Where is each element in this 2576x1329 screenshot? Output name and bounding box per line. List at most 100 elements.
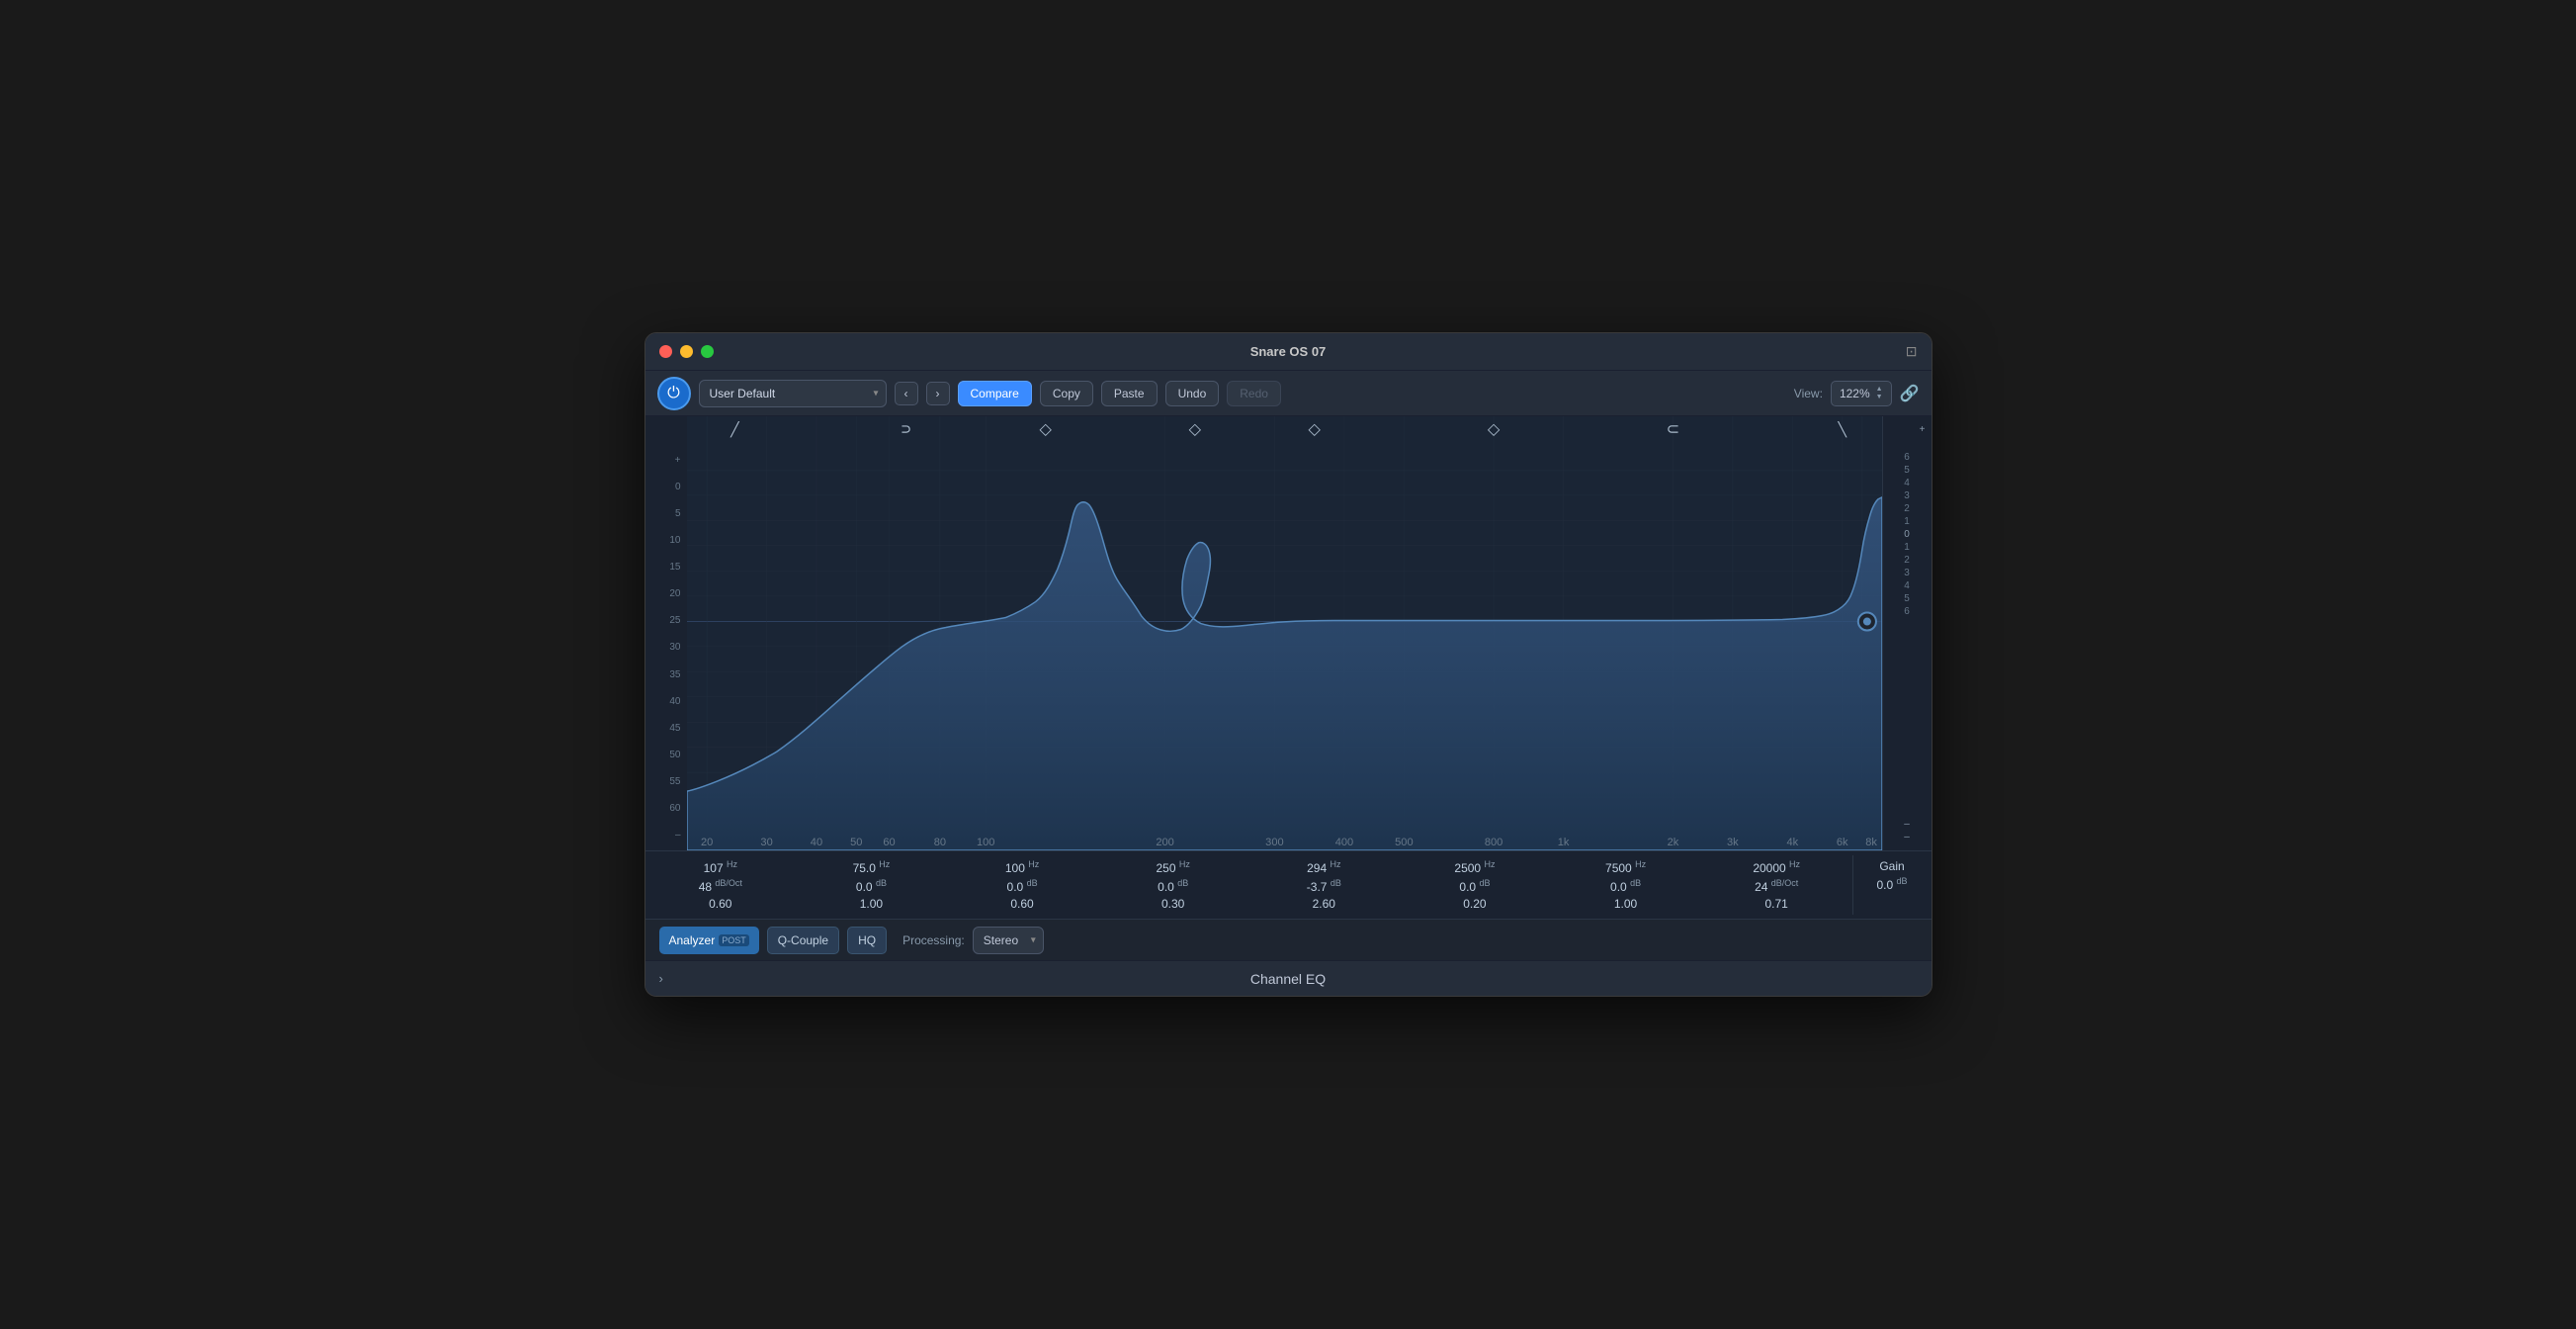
axis-50: 50 — [645, 751, 687, 760]
gain-info-col: Gain 0.0 dB — [1852, 855, 1932, 915]
band-5-q: 2.60 — [1313, 897, 1335, 911]
eq-left-axis: + 0 5 10 15 20 25 30 35 40 45 50 55 60 – — [645, 416, 687, 850]
qcouple-button[interactable]: Q-Couple — [767, 927, 839, 954]
band-2-freq: 75.0 Hz — [853, 859, 891, 875]
preset-dropdown-wrapper: User Default ▾ — [699, 380, 887, 407]
bottom-controls: Analyzer POST Q-Couple HQ Processing: St… — [645, 919, 1932, 960]
footer-bar: › Channel EQ — [645, 960, 1932, 996]
view-stepper[interactable]: ▲ ▼ — [1876, 386, 1883, 400]
right-axis-5: 5 — [1904, 465, 1910, 476]
axis-55: 55 — [645, 777, 687, 787]
svg-text:100: 100 — [977, 837, 994, 848]
svg-text:50: 50 — [850, 837, 862, 848]
copy-button[interactable]: Copy — [1040, 381, 1093, 406]
gain-label: Gain — [1879, 859, 1904, 873]
svg-text:◇: ◇ — [1188, 420, 1201, 438]
svg-text:500: 500 — [1395, 837, 1413, 848]
window-tile-icon[interactable]: ⊡ — [1906, 343, 1918, 359]
axis-45: 45 — [645, 724, 687, 734]
view-label: View: — [1794, 387, 1823, 400]
svg-text:20: 20 — [700, 837, 712, 848]
eq-svg: 20 30 40 50 60 80 100 200 300 400 500 80… — [687, 416, 1882, 850]
band-4-info: 250 Hz 0.0 dB 0.30 — [1097, 855, 1248, 915]
svg-text:30: 30 — [760, 837, 772, 848]
processing-dropdown[interactable]: Stereo Left Right Mid Side — [973, 927, 1044, 954]
power-button[interactable]: ⏻ — [657, 377, 691, 410]
right-axis-1-bot: 1 — [1904, 542, 1910, 553]
view-step-down-icon[interactable]: ▼ — [1876, 394, 1883, 400]
svg-text:6k: 6k — [1836, 837, 1847, 848]
right-axis-6-bot: 6 — [1904, 606, 1910, 617]
gain-minus-sign: – — [1904, 832, 1910, 842]
paste-button[interactable]: Paste — [1101, 381, 1158, 406]
minimize-button[interactable] — [680, 345, 693, 358]
main-window: Snare OS 07 ⊡ ⏻ User Default ▾ ‹ › Compa… — [644, 332, 1932, 997]
power-icon: ⏻ — [667, 385, 680, 402]
svg-text:80: 80 — [933, 837, 945, 848]
band-6-q: 0.20 — [1463, 897, 1486, 911]
svg-text:◇: ◇ — [1308, 420, 1321, 438]
gain-minus-btn[interactable]: – — [1904, 819, 1910, 830]
eq-main[interactable]: 20 30 40 50 60 80 100 200 300 400 500 80… — [687, 416, 1882, 850]
right-axis-4: 4 — [1904, 478, 1910, 488]
band-4-q: 0.30 — [1161, 897, 1184, 911]
hq-button[interactable]: HQ — [847, 927, 887, 954]
svg-text:300: 300 — [1265, 837, 1283, 848]
band-info-row: 107 Hz 48 dB/Oct 0.60 75.0 Hz 0.0 dB 1.0… — [645, 850, 1932, 919]
analyzer-label: Analyzer — [669, 933, 716, 947]
band-3-freq: 100 Hz — [1005, 859, 1039, 875]
axis-plus: + — [645, 456, 687, 466]
band-2-q: 1.00 — [860, 897, 883, 911]
analyzer-button[interactable]: Analyzer POST — [659, 927, 759, 954]
right-axis-3-bot: 3 — [1904, 568, 1910, 578]
nav-forward-button[interactable]: › — [926, 382, 950, 405]
footer-expand-button[interactable]: › — [659, 971, 663, 986]
view-percent-control[interactable]: 122% ▲ ▼ — [1831, 381, 1892, 406]
right-gain-axis: + 6 5 4 3 2 1 0 1 2 3 4 5 6 — [1882, 416, 1932, 850]
band-1-freq: 107 Hz — [704, 859, 737, 875]
band-7-db: 0.0 dB — [1610, 878, 1641, 894]
svg-text:400: 400 — [1334, 837, 1352, 848]
post-badge: POST — [719, 934, 749, 946]
gain-value: 0.0 dB — [1876, 876, 1907, 892]
link-icon[interactable]: 🔗 — [1900, 384, 1920, 403]
svg-text:╲: ╲ — [1837, 420, 1847, 438]
compare-button[interactable]: Compare — [958, 381, 1032, 406]
titlebar: Snare OS 07 ⊡ — [645, 333, 1932, 371]
band-3-db: 0.0 dB — [1007, 878, 1038, 894]
band-1-q: 0.60 — [709, 897, 731, 911]
processing-label: Processing: — [902, 933, 965, 947]
axis-15: 15 — [645, 563, 687, 573]
band-8-q: 0.71 — [1765, 897, 1788, 911]
band-1-info: 107 Hz 48 dB/Oct 0.60 — [645, 855, 797, 915]
svg-text:60: 60 — [883, 837, 895, 848]
band-4-freq: 250 Hz — [1157, 859, 1190, 875]
svg-text:◇: ◇ — [1039, 420, 1052, 438]
axis-30: 30 — [645, 643, 687, 653]
preset-dropdown[interactable]: User Default — [699, 380, 887, 407]
axis-60: 60 — [645, 804, 687, 814]
view-step-up-icon[interactable]: ▲ — [1876, 386, 1883, 393]
axis-10: 10 — [645, 536, 687, 546]
traffic-lights — [659, 345, 714, 358]
nav-back-button[interactable]: ‹ — [895, 382, 918, 405]
svg-text:3k: 3k — [1727, 837, 1739, 848]
close-button[interactable] — [659, 345, 672, 358]
axis-25: 25 — [645, 616, 687, 626]
undo-button[interactable]: Undo — [1165, 381, 1220, 406]
band-5-freq: 294 Hz — [1307, 859, 1340, 875]
band-6-info: 2500 Hz 0.0 dB 0.20 — [1400, 855, 1551, 915]
axis-minus: – — [645, 831, 687, 841]
gain-plus-top: + — [1920, 424, 1926, 435]
svg-text:40: 40 — [810, 837, 821, 848]
svg-text:8k: 8k — [1865, 837, 1877, 848]
footer-title: Channel EQ — [1250, 971, 1326, 987]
right-axis-6-top: 6 — [1904, 452, 1910, 463]
svg-text:4k: 4k — [1786, 837, 1798, 848]
band-4-db: 0.0 dB — [1158, 878, 1188, 894]
redo-button[interactable]: Redo — [1227, 381, 1281, 406]
band-2-info: 75.0 Hz 0.0 dB 1.00 — [796, 855, 947, 915]
right-axis-0: 0 — [1904, 529, 1910, 540]
maximize-button[interactable] — [701, 345, 714, 358]
toolbar-right: View: 122% ▲ ▼ 🔗 — [1794, 381, 1920, 406]
